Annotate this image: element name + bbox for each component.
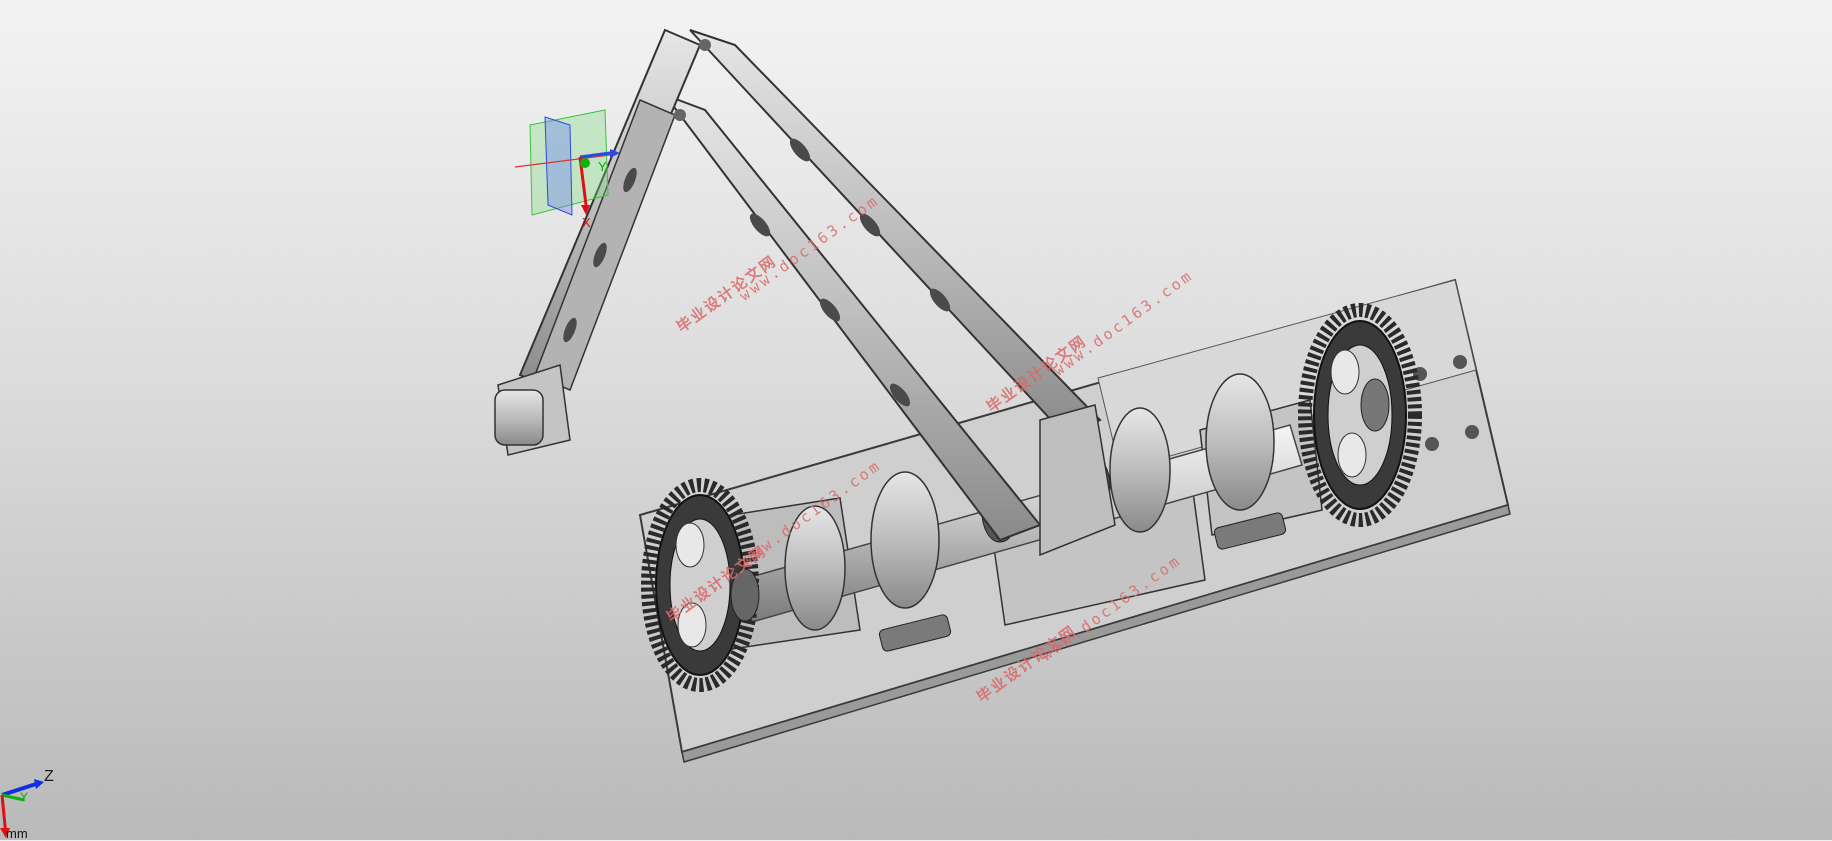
assembly-model[interactable]: [0, 0, 1832, 840]
end-effector-block[interactable]: [494, 364, 571, 456]
units-label: mm: [6, 826, 28, 841]
view-triad-z-label: Z: [44, 768, 54, 785]
cad-viewport[interactable]: Y X Z Y mm 毕业设计论文网 www.doc163.com 毕业设计论文…: [0, 0, 1832, 841]
model-triad-x-label: X: [582, 215, 591, 230]
view-triad-y-label: Y: [20, 790, 29, 804]
model-triad-y-label: Y: [598, 159, 607, 174]
